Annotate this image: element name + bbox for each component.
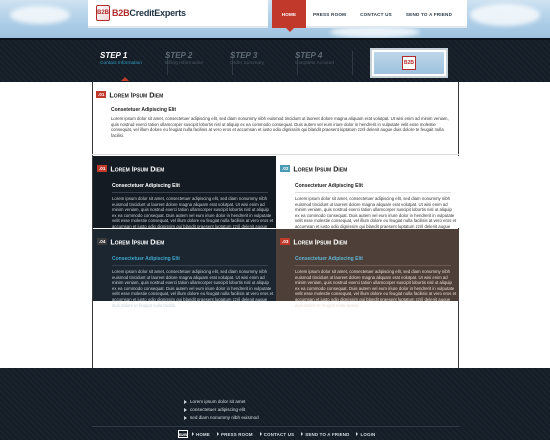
promo-logo-icon: B2B: [402, 56, 416, 70]
footer-nav-login[interactable]: LOGIN: [356, 432, 375, 437]
footer-nav-press-room[interactable]: PRESS ROOM: [216, 431, 253, 437]
content-box-02: .02 Lorem Ipsum Diem Consectetuer Adipisc…: [276, 156, 459, 235]
footer-nav: B2B HOME PRESS ROOM CONTACT US SEND TO A…: [178, 430, 382, 438]
section-title: Lorem Ipsum Diem: [110, 164, 165, 174]
step-3[interactable]: STEP 3 Order Summary: [230, 51, 298, 75]
sky-cloud-decoration: [470, 4, 540, 26]
intro-heading: .01 Lorem Ipsum Diem: [96, 86, 456, 104]
box-heading: .04 Lorem Ipsum Diem: [97, 233, 272, 251]
box-rule: [112, 192, 268, 193]
section-number-badge: .02: [280, 165, 291, 173]
section-subtitle: Consectetuer Adipiscing Elit: [295, 256, 363, 262]
step-1[interactable]: STEP 1 Contact Information: [100, 51, 168, 75]
section-body: Lorem ipsum dolor sit amet, consectetuer…: [111, 116, 449, 138]
main-nav: HOME PRESS ROOM CONTACT US SEND TO A FRI…: [272, 0, 468, 32]
step-subtitle: Contact Information: [100, 61, 142, 66]
footer-link[interactable]: consectetuer adipiscing elit: [184, 407, 259, 412]
section-number-badge: .03: [280, 238, 291, 246]
bullet-arrow-icon: [259, 432, 262, 436]
content-box-03: .03 Lorem Ipsum Diem Consectetuer Adipisc…: [276, 229, 459, 308]
nav-item-contact-us[interactable]: CONTACT US: [353, 0, 399, 28]
step-subtitle: Billing Information: [165, 61, 204, 66]
section-body: Lorem ipsum dolor sit amet, consectetuer…: [295, 269, 457, 308]
footer-nav-send-to-a-friend[interactable]: SEND TO A FRIEND: [301, 432, 349, 437]
section-subtitle: Consetetuer Adipiscing Elit: [111, 107, 177, 113]
promo-sky: B2B: [374, 52, 444, 74]
section-title: Lorem Ipsum Diem: [293, 237, 348, 247]
logo-wordmark-prefix: B2B: [112, 8, 130, 18]
section-number-badge: .04: [97, 238, 108, 246]
sky-cloud-decoration: [10, 6, 70, 24]
box-rule: [112, 265, 268, 266]
section-title: Lorem Ipsum Diem: [293, 164, 348, 174]
step-title: STEP 3: [230, 51, 258, 60]
logo-mark-icon: B2B: [96, 5, 110, 21]
checkout-steps-bar: STEP 1 Contact Information STEP 2 Billin…: [0, 38, 550, 82]
logo-wordmark-name: CreditExperts: [129, 8, 186, 18]
nav-item-press-room[interactable]: PRESS ROOM: [306, 0, 353, 28]
bullet-arrow-icon: [184, 399, 187, 404]
footer-link[interactable]: sed diam nonummy nibh euismod: [184, 415, 259, 420]
step-title: STEP 4: [295, 51, 323, 60]
content-box-04: .04 Lorem Ipsum Diem Consectetuer Adipisc…: [93, 229, 276, 308]
site-logo[interactable]: B2B B2BCreditExperts: [88, 0, 268, 28]
footer-nav-label: PRESS ROOM: [220, 431, 253, 437]
step-subtitle: Complete Account: [295, 61, 334, 66]
footer-links: Lorem ipsum dolor sit amet consectetuer …: [184, 399, 259, 423]
footer-link-label: sed diam nonummy nibh euismod: [190, 415, 259, 420]
footer-nav-label: HOME: [196, 431, 210, 437]
step-title: STEP 2: [165, 51, 193, 60]
footer-link-label: consectetuer adipiscing elit: [190, 407, 246, 412]
bullet-arrow-icon: [301, 432, 304, 436]
footer-logo-icon[interactable]: B2B: [178, 430, 188, 438]
nav-item-home[interactable]: HOME: [272, 0, 306, 32]
box-heading: .01 Lorem Ipsum Diem: [97, 160, 272, 178]
bullet-arrow-icon: [184, 415, 187, 420]
box-rule: [295, 192, 451, 193]
bullet-arrow-icon: [356, 432, 359, 436]
site-footer: Lorem ipsum dolor sit amet consectetuer …: [0, 368, 550, 440]
footer-link[interactable]: Lorem ipsum dolor sit amet: [184, 399, 259, 404]
active-step-indicator-icon: [121, 77, 129, 81]
footer-nav-label: CONTACT US: [263, 431, 295, 437]
section-divider: [92, 154, 459, 155]
box-heading: .03 Lorem Ipsum Diem: [280, 233, 455, 251]
footer-nav-label: LOGIN: [360, 431, 376, 437]
footer-link-label: Lorem ipsum dolor sit amet: [190, 399, 246, 404]
bullet-arrow-icon: [216, 432, 219, 436]
section-title: Lorem Ipsum Diem: [109, 90, 164, 100]
box-heading: .02 Lorem Ipsum Diem: [280, 160, 455, 178]
box-rule: [295, 265, 451, 266]
content-box-01: .01 Lorem Ipsum Diem Consectetuer Adipisc…: [93, 156, 276, 235]
section-subtitle: Consectetuer Adipiscing Elit: [112, 256, 180, 262]
step-2[interactable]: STEP 2 Billing Information: [165, 51, 233, 75]
step-title: STEP 1: [100, 51, 128, 60]
section-number-badge: .01: [97, 165, 108, 173]
nav-item-send-to-a-friend[interactable]: SEND TO A FRIEND: [399, 0, 459, 28]
site-header: B2B B2BCreditExperts HOME PRESS ROOM CON…: [0, 0, 550, 38]
footer-nav-home[interactable]: HOME: [192, 432, 210, 437]
section-body: Lorem ipsum dolor sit amet, consectetuer…: [112, 269, 274, 308]
logo-wordmark: B2BCreditExperts: [112, 8, 186, 18]
bullet-arrow-icon: [184, 407, 187, 412]
section-title: Lorem Ipsum Diem: [110, 237, 165, 247]
intro-section: .01 Lorem Ipsum Diem Consetetuer Adipisci…: [96, 86, 456, 138]
footer-nav-label: SEND TO A FRIEND: [305, 431, 350, 437]
section-subtitle: Consectetuer Adipiscing Elit: [295, 183, 363, 189]
step-4[interactable]: STEP 4 Complete Account: [295, 51, 353, 75]
bullet-arrow-icon: [192, 432, 194, 436]
step-subtitle: Order Summary: [230, 61, 265, 66]
promo-image: B2B: [370, 48, 448, 78]
section-subtitle: Consectetuer Adipiscing Elit: [112, 183, 180, 189]
footer-nav-contact-us[interactable]: CONTACT US: [259, 431, 295, 437]
section-number-badge: .01: [96, 91, 107, 99]
footer-divider: [92, 426, 459, 427]
